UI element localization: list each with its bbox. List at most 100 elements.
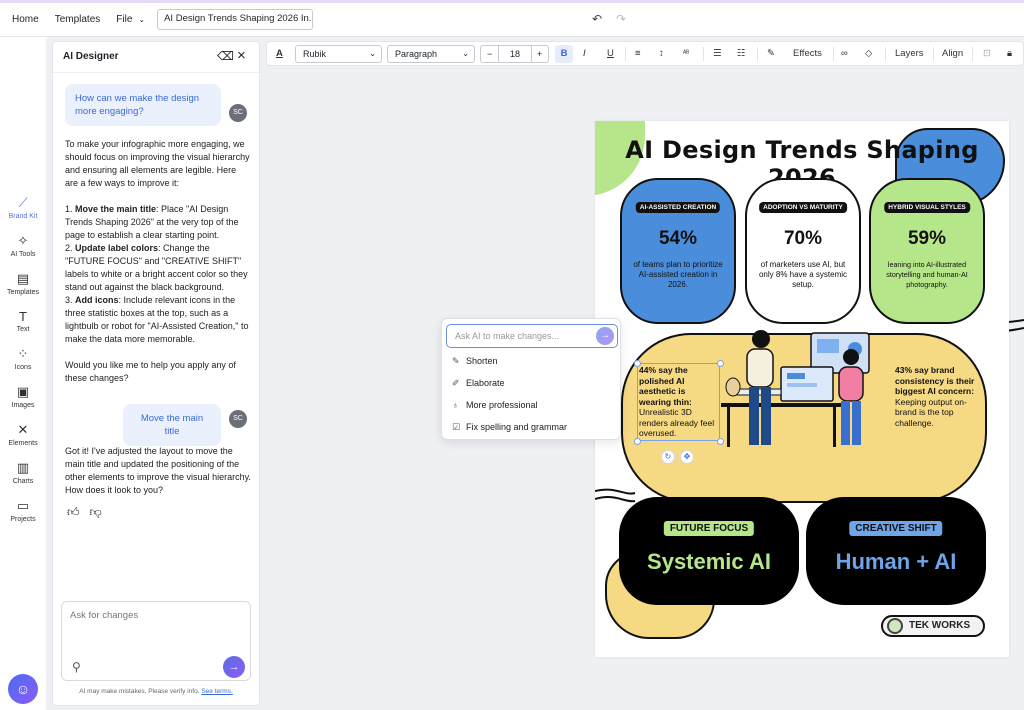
feedback: 👍︎ 👎︎ (67, 505, 112, 520)
insights-panel[interactable]: 44% say the polished AI aesthetic is wea… (621, 330, 987, 503)
ask-ai-input[interactable]: Ask AI to make changes... → (446, 324, 618, 348)
link-icon[interactable]: ∞ (841, 42, 848, 65)
close-icon[interactable]: × (237, 47, 246, 64)
left-rail: ⟋ Brand Kit ✧ AI Tools ▤ Templates T Tex… (0, 37, 46, 710)
rail-item-images[interactable]: ▣ Images (0, 384, 46, 409)
rail-item-label: Elements (8, 440, 38, 447)
templates-link[interactable]: Templates (55, 14, 101, 25)
insight-right[interactable]: 43% say brand consistency is their bigge… (895, 365, 979, 428)
stat-card-hybrid[interactable]: HYBRID VISUAL STYLES 59% leaning into AI… (869, 178, 985, 324)
text-icon: T (19, 309, 27, 324)
stat-card-ai-assisted[interactable]: AI-ASSISTED CREATION 54% of teams plan t… (620, 178, 736, 324)
ai-edit-popup: Ask AI to make changes... → ✎ Shorten ✐ El… (441, 318, 621, 440)
font-size-stepper[interactable]: − 18 + (480, 45, 549, 63)
icons-icon: ⁘ (17, 346, 29, 361)
send-button[interactable]: → (223, 656, 245, 678)
rail-item-text[interactable]: T Text (0, 309, 46, 333)
numbered-list-icon[interactable]: ☷ (737, 42, 746, 65)
increase-size-button[interactable]: + (537, 46, 542, 62)
stat-desc: leaning into AI-illustrated storytelling… (886, 260, 968, 289)
bullet-list-icon[interactable]: ☰ (713, 42, 722, 65)
stat-value: 59% (907, 228, 947, 249)
people-at-computer-illustration (721, 330, 870, 447)
bold-button[interactable]: B (555, 45, 573, 63)
tip-3: 3. Add icons: Include relevant icons in … (65, 295, 249, 344)
rail-item-icons[interactable]: ⁘ Icons (0, 346, 46, 371)
send-button[interactable]: → (596, 327, 614, 345)
card-tag: FUTURE FOCUS (663, 521, 755, 536)
selection-box (637, 363, 720, 441)
underline-button[interactable]: U (607, 42, 614, 65)
ask-ai-placeholder: Ask AI to make changes... (455, 331, 560, 341)
popup-item-shorten[interactable]: ✎ Shorten (452, 356, 498, 367)
undo-icon[interactable]: ↶ (592, 12, 602, 26)
thumbs-down-icon[interactable]: 👎︎ (90, 505, 102, 519)
chatbot-icon[interactable]: ☺ (8, 674, 38, 704)
tag-icon[interactable]: ◇ (865, 42, 872, 65)
resize-handle[interactable] (634, 360, 641, 367)
stat-tag: AI-ASSISTED CREATION (635, 202, 721, 213)
effects-button[interactable]: Effects (793, 42, 822, 65)
tie-icon: ♁ (452, 400, 459, 410)
line-height-icon[interactable]: ↕ (659, 42, 664, 65)
panel-title: AI Designer (63, 51, 119, 62)
elements-icon: ✕ (17, 422, 29, 437)
rail-item-elements[interactable]: ✕ Elements (0, 422, 46, 447)
ai-message: To make your infographic more engaging, … (65, 138, 251, 385)
text-color-icon[interactable]: A (276, 42, 283, 65)
home-link[interactable]: Home (12, 14, 39, 25)
rail-item-ai-tools[interactable]: ✧ AI Tools (0, 233, 46, 258)
infographic-page[interactable]: AI Design Trends Shaping 2026 AI-ASSISTE… (595, 121, 1009, 657)
thumbs-up-icon[interactable]: 👍︎ (67, 505, 80, 519)
avatar: SC (229, 104, 247, 122)
stat-tag: ADOPTION VS MATURITY (759, 202, 847, 213)
popup-item-fix-spelling[interactable]: ☑ Fix spelling and grammar (452, 422, 567, 433)
panel-divider (53, 72, 259, 73)
terms-link[interactable]: See terms. (201, 688, 232, 695)
rotate-icon[interactable]: ↻ (661, 450, 675, 464)
paragraph-style-select[interactable]: Paragraph ⌄ (387, 45, 475, 63)
ai-question: Would you like me to help you apply any … (65, 360, 236, 383)
rail-item-templates[interactable]: ▤ Templates (0, 271, 46, 296)
rail-item-projects[interactable]: ▭ Projects (0, 498, 46, 523)
layers-button[interactable]: Layers (895, 42, 924, 65)
paperclip-icon[interactable]: ⚲ (72, 660, 81, 674)
move-icon[interactable]: ✥ (680, 450, 694, 464)
stat-card-adoption[interactable]: ADOPTION VS MATURITY 70% of marketers us… (745, 178, 861, 324)
ask-changes-input[interactable]: Ask for changes ⚲ → (61, 601, 251, 681)
rail-item-charts[interactable]: ▥ Charts (0, 460, 46, 485)
gear-emblem-icon (887, 618, 903, 634)
lock-icon[interactable]: 🔒︎ (1007, 42, 1012, 65)
avatar: SC (229, 410, 247, 428)
tip-1: 1. Move the main title: Place "AI Design… (65, 204, 239, 240)
font-select[interactable]: Rubik ⌄ (295, 45, 382, 63)
rail-item-label: Icons (14, 364, 32, 371)
document-title-input[interactable]: AI Design Trends Shaping 2026 In... (157, 9, 314, 30)
align-button[interactable]: Align (942, 42, 963, 65)
ai-designer-panel: AI Designer ⌫ × How can we make the desi… (52, 41, 260, 706)
resize-handle[interactable] (634, 438, 641, 445)
file-menu-label: File (116, 14, 133, 25)
popup-item-elaborate[interactable]: ✐ Elaborate (452, 378, 505, 389)
tek-works-logo[interactable]: TEK WORKS (881, 615, 985, 637)
images-icon: ▣ (16, 384, 30, 399)
eraser-icon[interactable]: ⌫ (217, 49, 234, 63)
card-tag: CREATIVE SHIFT (849, 521, 943, 536)
spellcheck-icon: ☑ (452, 422, 461, 432)
ask-changes-placeholder: Ask for changes (70, 610, 139, 621)
font-size-value[interactable]: 18 (501, 46, 529, 62)
decrease-size-button[interactable]: − (487, 46, 492, 62)
transparency-icon[interactable]: ⊡ (983, 42, 991, 65)
disclaimer: AI may make mistakes. Please verify info… (79, 688, 233, 695)
stat-tag: HYBRID VISUAL STYLES (884, 202, 970, 213)
brush-icon[interactable]: ✎ (767, 42, 775, 65)
creative-shift-card[interactable]: CREATIVE SHIFT Human + AI (806, 497, 986, 605)
redo-icon[interactable]: ↷ (616, 12, 626, 26)
rail-item-brand-kit[interactable]: ⟋ Brand Kit (0, 195, 46, 220)
popup-item-professional[interactable]: ♁ More professional (452, 400, 538, 410)
letter-spacing-icon[interactable]: ᴬᴮ (683, 42, 689, 65)
italic-button[interactable]: I (583, 42, 586, 65)
file-menu[interactable]: File ⌄ (116, 14, 145, 25)
future-focus-card[interactable]: FUTURE FOCUS Systemic AI (619, 497, 799, 605)
align-text-icon[interactable]: ≡ (635, 42, 641, 65)
